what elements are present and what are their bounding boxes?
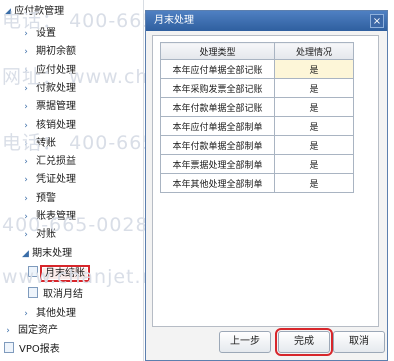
cell-process-status: 是 [274,116,354,136]
tree-item-label: 月末结账 [40,265,90,282]
tree-item[interactable]: › 票据管理 [22,99,76,115]
tree-item-label: 票据管理 [36,101,76,113]
table-row[interactable]: 本年付款单据全部制单是 [160,135,354,155]
cell-process-status: 是 [274,78,354,98]
tree-item-other[interactable]: › 其他处理 [22,306,76,322]
expand-arrow-icon[interactable]: › [22,81,30,97]
column-header-status: 处理情况 [274,42,354,60]
dialog-titlebar[interactable]: 月末处理 × [146,11,387,31]
tree-item-label: 预警 [36,192,56,204]
tree-item-label: 其他处理 [36,308,76,319]
table-row[interactable]: 本年应付单据全部制单是 [160,116,354,136]
tree-item-label: 固定资产 [18,325,58,336]
finish-button[interactable]: 完成 [275,328,333,356]
cell-process-type: 本年票据处理全部制单 [160,154,275,174]
cell-process-status: 是 [274,154,354,174]
table-row[interactable]: 本年其他处理全部制单是 [160,173,354,193]
cell-process-status: 是 [274,97,354,117]
report-icon [4,342,14,353]
expand-arrow-icon[interactable]: › [22,63,30,79]
check-results-panel: 处理类型 处理情况 本年应付单据全部记账是本年采购发票全部记账是本年付款单据全部… [152,35,379,327]
tree-item-month-end-close[interactable]: 月末结账 [28,265,90,282]
tree-item-label: 汇兑损益 [36,156,76,168]
cell-process-type: 本年应付单据全部记账 [160,59,275,79]
prev-step-button[interactable]: 上一步 [219,331,271,353]
tree-item[interactable]: › 期初余额 [22,44,76,60]
expand-arrow-icon[interactable]: › [22,99,30,115]
expand-arrow-icon[interactable]: › [22,136,30,152]
check-results-table: 处理类型 处理情况 本年应付单据全部记账是本年采购发票全部记账是本年付款单据全部… [160,42,354,193]
cell-process-status: 是 [274,173,354,193]
tree-item[interactable]: › 对账 [22,227,56,243]
cell-process-type: 本年其他处理全部制单 [160,173,275,193]
expand-arrow-icon[interactable]: › [22,44,30,60]
expand-arrow-icon[interactable]: › [22,154,30,170]
tree-item-label: 账表管理 [36,211,76,222]
tree-item[interactable]: › 付款处理 [22,81,76,97]
cell-process-status: 是 [274,59,354,79]
tree-item-label: 应付处理 [36,64,76,76]
tree-root-label: 应付款管理 [14,6,65,17]
month-end-dialog: 月末处理 × 处理类型 处理情况 本年应付单据全部记账是本年采购发票全部记账是本… [145,10,388,361]
dialog-title: 月末处理 [154,15,194,26]
tree-item-cancel-month-close[interactable]: 取消月结 [28,287,83,303]
tree-item-label: VPO报表 [19,344,60,355]
collapse-arrow-icon[interactable]: ◢ [22,249,29,259]
tree-item-fixed-assets[interactable]: › 固定资产 [4,323,58,339]
tree-item[interactable]: › 预警 [22,191,56,207]
table-header-row: 处理类型 处理情况 [160,42,354,60]
tree-item-label: 取消月结 [43,289,83,300]
expand-arrow-icon[interactable]: › [4,323,12,339]
tree-item-label: 期末处理 [32,248,73,259]
collapse-arrow-icon[interactable]: ◢ [4,7,11,17]
tree-item-period-end[interactable]: ◢ 期末处理 [22,246,72,262]
table-row[interactable]: 本年应付单据全部记账是 [160,59,354,79]
navigation-tree: ◢ 应付款管理 › 设置 › 期初余额 › 应付处理 › 付款处理 › 票据管理 › 核销处理 › 转账 ›… [0,0,144,361]
cell-process-type: 本年付款单据全部制单 [160,135,275,155]
tree-root-payables[interactable]: ◢ 应付款管理 [4,4,64,20]
cancel-button[interactable]: 取消 [333,331,385,353]
table-row[interactable]: 本年采购发票全部记账是 [160,78,354,98]
tree-item[interactable]: › 设置 [22,26,56,42]
tree-item-label: 付款处理 [36,82,76,94]
cell-process-type: 本年采购发票全部记账 [160,78,275,98]
tree-item-label: 对账 [36,229,56,241]
expand-arrow-icon[interactable]: › [22,118,30,134]
cell-process-status: 是 [274,135,354,155]
tree-item-label: 设置 [36,28,56,39]
tree-item[interactable]: › 汇兑损益 [22,154,76,170]
tree-item-label: 期初余额 [36,46,76,58]
close-icon[interactable]: × [370,14,384,28]
tree-item-label: 核销处理 [36,119,76,131]
tree-item[interactable]: › 账表管理 [22,209,76,225]
tree-item-vpo-report[interactable]: VPO报表 [4,342,60,358]
document-icon [28,287,38,298]
tree-item-label: 凭证处理 [36,174,76,186]
expand-arrow-icon[interactable]: › [22,26,30,42]
expand-arrow-icon[interactable]: › [22,191,30,207]
table-row[interactable]: 本年票据处理全部制单是 [160,154,354,174]
expand-arrow-icon[interactable]: › [22,306,30,322]
column-header-type: 处理类型 [160,42,275,60]
tree-item-label: 转账 [36,137,56,149]
cell-process-type: 本年应付单据全部制单 [160,116,275,136]
tree-item[interactable]: › 凭证处理 [22,172,76,188]
expand-arrow-icon[interactable]: › [22,172,30,188]
document-icon [28,266,38,277]
tree-item[interactable]: › 核销处理 [22,118,76,134]
expand-arrow-icon[interactable]: › [22,227,30,243]
expand-arrow-icon[interactable]: › [22,209,30,225]
cell-process-type: 本年付款单据全部记账 [160,97,275,117]
tree-item[interactable]: › 转账 [22,136,56,152]
table-row[interactable]: 本年付款单据全部记账是 [160,97,354,117]
tree-item[interactable]: › 应付处理 [22,63,76,79]
